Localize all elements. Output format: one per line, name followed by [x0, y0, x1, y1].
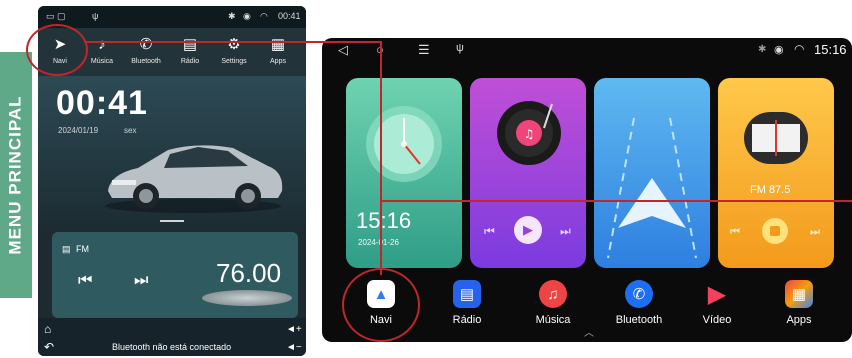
- clock-time: 00:41: [56, 84, 148, 122]
- previous-icon[interactable]: ⏮: [484, 224, 495, 239]
- card-clock-date: 2024-01-26: [358, 238, 399, 247]
- gear-icon: ⚙: [227, 36, 241, 53]
- clock-date: 2024/01/19: [58, 126, 99, 135]
- connector-line-top: [86, 41, 382, 43]
- play-button[interactable]: ▶: [514, 216, 542, 244]
- radio-widget[interactable]: ▤ FM ⏮ ⏭ 76.00: [52, 232, 298, 318]
- wifi-icon: ◠: [260, 11, 268, 21]
- page-indicator: [160, 220, 184, 222]
- car-image: [105, 145, 283, 213]
- radio-icon: ▤: [453, 280, 481, 308]
- radio-icon: ▤: [62, 244, 71, 254]
- bluetooth-status: Bluetooth não está conectado: [112, 342, 232, 352]
- banner-label: MENU PRINCIPAL: [6, 95, 26, 255]
- analog-clock: [366, 106, 442, 182]
- left-bottom-bar: ⌂ ↶ Bluetooth não está conectado ◄+ ◄−: [38, 318, 306, 356]
- nav-item-radio[interactable]: ▤ Rádio: [168, 32, 212, 65]
- volume-down-icon[interactable]: ◄−: [286, 342, 302, 353]
- menu-banner: MENU PRINCIPAL: [0, 52, 32, 298]
- next-icon[interactable]: ⏭: [810, 226, 820, 239]
- connector-line-right: [380, 200, 852, 202]
- dock-item-bluetooth[interactable]: ✆ Bluetooth: [604, 280, 674, 326]
- back-icon[interactable]: ◁: [338, 42, 348, 58]
- nav-item-bluetooth[interactable]: ✆ Bluetooth: [124, 32, 168, 65]
- radio-dial: [202, 290, 292, 306]
- radio-icon: ▤: [182, 36, 198, 53]
- chevron-up-icon[interactable]: ︿: [584, 324, 594, 339]
- card-radio-frequency: FM 87.5: [750, 184, 791, 196]
- nav-label: Rádio: [180, 58, 200, 65]
- volume-up-icon[interactable]: ◄+: [286, 324, 302, 335]
- home-icon[interactable]: ⌂: [44, 322, 51, 336]
- next-icon[interactable]: ⏭: [560, 224, 571, 239]
- nav-label: Bluetooth: [131, 58, 161, 65]
- vinyl-record-icon: ♫: [497, 101, 561, 165]
- bluetooth-icon: ✱: [228, 11, 236, 21]
- highlight-circle: [26, 24, 88, 76]
- music-card[interactable]: ♫ ⏮ ▶ ⏭: [470, 78, 586, 268]
- radio-frequency: 76.00: [216, 258, 282, 288]
- stop-button[interactable]: [762, 218, 788, 244]
- nav-label: Música: [90, 58, 114, 65]
- dock-label: Vídeo: [702, 314, 732, 326]
- location-icon: ◉: [774, 44, 784, 56]
- svg-text:♫: ♫: [524, 127, 535, 141]
- phone-icon: ✆: [139, 36, 153, 53]
- menu-icon[interactable]: ☰: [418, 42, 430, 58]
- clock-card[interactable]: 15:16 2024-01-26: [346, 78, 462, 268]
- apps-icon: ▦: [785, 280, 813, 308]
- dock-label: Bluetooth: [615, 314, 663, 326]
- play-icon: ▶: [707, 280, 727, 308]
- window-icon: ▭ ▢: [46, 11, 66, 21]
- radio-dial-icon: [744, 112, 808, 164]
- dock-item-radio[interactable]: ▤ Rádio: [432, 280, 502, 326]
- music-icon: ♫: [539, 280, 567, 308]
- radio-card[interactable]: FM 87.5 ⏮ ⏭: [718, 78, 834, 268]
- nav-item-apps[interactable]: ▦ Apps: [256, 32, 300, 65]
- apps-grid-icon: ▦: [270, 36, 286, 53]
- previous-icon[interactable]: ⏮: [78, 272, 92, 290]
- connector-line-vertical: [380, 41, 382, 275]
- dock-label: Apps: [786, 314, 812, 326]
- dock-label: Rádio: [452, 314, 482, 326]
- navigation-arrow-icon: [607, 117, 697, 259]
- dock-item-video[interactable]: ▶ Vídeo: [682, 280, 752, 327]
- nav-label: Settings: [221, 58, 247, 65]
- bluetooth-icon: ✱: [758, 44, 767, 55]
- back-icon[interactable]: ↶: [44, 340, 54, 354]
- location-icon: ◉: [243, 11, 251, 21]
- dock-item-apps[interactable]: ▦ Apps: [764, 280, 834, 326]
- dock-item-musica[interactable]: ♫ Música: [518, 280, 588, 326]
- wifi-icon: ◠: [794, 42, 805, 56]
- left-status-bar: ▭ ▢ ψ ✱ ◉ ◠ 00:41: [38, 6, 306, 28]
- usb-icon: ψ: [456, 42, 464, 54]
- navigation-card[interactable]: [594, 78, 710, 268]
- next-icon[interactable]: ⏭: [134, 272, 148, 290]
- dock-label: Música: [535, 314, 571, 326]
- status-time: 15:16: [814, 42, 847, 57]
- previous-icon[interactable]: ⏮: [730, 226, 740, 239]
- radio-band: FM: [76, 244, 89, 254]
- usb-icon: ψ: [92, 11, 99, 21]
- status-time: 00:41: [278, 11, 301, 21]
- card-clock-time: 15:16: [356, 208, 412, 233]
- nav-item-settings[interactable]: ⚙ Settings: [212, 32, 256, 65]
- nav-label: Apps: [270, 58, 286, 65]
- clock-day: sex: [124, 126, 137, 135]
- phone-icon: ✆: [625, 280, 653, 308]
- highlight-circle-navi: [342, 268, 420, 342]
